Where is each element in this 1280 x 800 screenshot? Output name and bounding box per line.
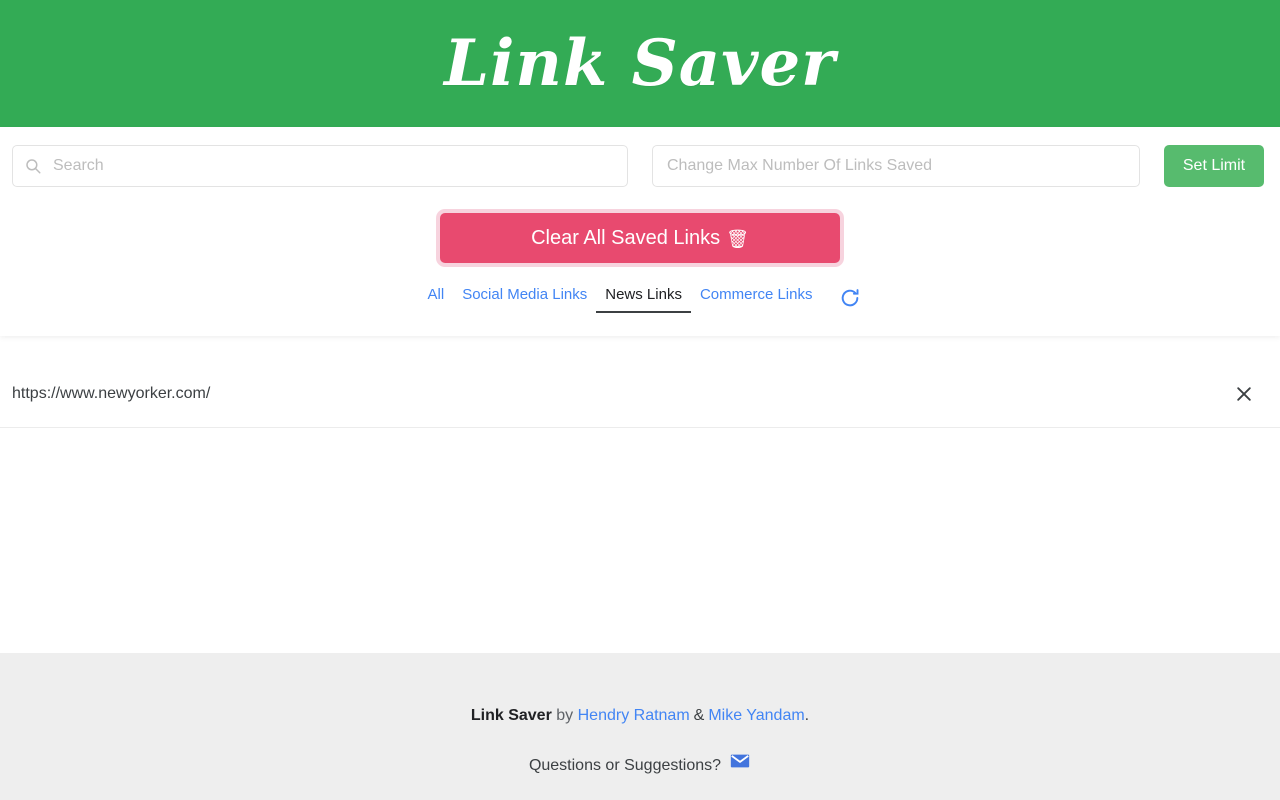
footer-author-link-2[interactable]: Mike Yandam <box>708 707 804 724</box>
remove-link-button[interactable] <box>1230 380 1258 408</box>
close-icon <box>1237 386 1251 401</box>
clear-all-row: Clear All Saved Links 🗑 <box>0 213 1280 263</box>
footer-questions: Questions or Suggestions? <box>528 754 751 777</box>
list-item[interactable]: https://www.newyorker.com/ <box>0 360 1280 428</box>
footer-period: . <box>804 707 810 724</box>
toolbar: Set Limit Clear All Saved Links 🗑 All So… <box>0 127 1280 336</box>
trash-icon: 🗑 <box>726 229 749 249</box>
footer-credits: Link Saver by Hendry Ratnam & Mike Yandam. <box>471 707 809 725</box>
search-input[interactable] <box>12 145 628 187</box>
clear-all-label: Clear All Saved Links <box>531 226 721 249</box>
footer-separator: & <box>693 707 705 724</box>
footer-questions-label: Questions or Suggestions? <box>528 757 722 774</box>
app-header: Link Saver <box>0 0 1280 127</box>
link-url[interactable]: https://www.newyorker.com/ <box>12 385 1230 403</box>
mail-icon <box>730 754 750 768</box>
max-links-input[interactable] <box>652 145 1140 187</box>
contact-mail-button[interactable] <box>729 750 751 772</box>
tab-social-media-links[interactable]: Social Media Links <box>453 285 596 313</box>
tabs-nav: All Social Media Links News Links Commer… <box>0 285 1280 313</box>
tab-all[interactable]: All <box>419 285 454 313</box>
toolbar-inputs-row: Set Limit <box>0 127 1280 187</box>
app-title: Link Saver <box>444 25 836 101</box>
app-root: Link Saver Set Limit Clear All Saved Lin… <box>0 0 1280 800</box>
limit-field-wrapper <box>652 145 1140 187</box>
tab-commerce-links[interactable]: Commerce Links <box>691 285 822 313</box>
tab-news-links[interactable]: News Links <box>596 285 691 313</box>
footer-by-label: by <box>556 707 574 724</box>
app-footer: Link Saver by Hendry Ratnam & Mike Yandam.… <box>0 653 1280 800</box>
refresh-icon <box>842 289 859 307</box>
clear-all-saved-links-button[interactable]: Clear All Saved Links 🗑 <box>440 213 840 263</box>
footer-brand: Link Saver <box>470 707 552 724</box>
footer-author-link-1[interactable]: Hendry Ratnam <box>578 707 690 724</box>
search-field-wrapper <box>12 145 628 187</box>
set-limit-button[interactable]: Set Limit <box>1164 145 1264 187</box>
links-list: https://www.newyorker.com/ <box>0 336 1280 653</box>
refresh-button[interactable] <box>839 287 861 309</box>
